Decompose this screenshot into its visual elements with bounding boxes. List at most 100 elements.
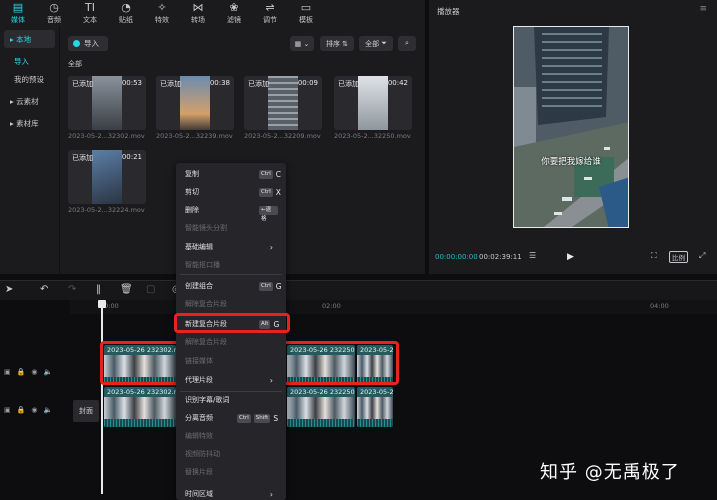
tool-template[interactable]: ▭ 模板 bbox=[288, 0, 324, 26]
search-button[interactable]: ⌕ bbox=[398, 36, 416, 51]
sidebar-item-cloud[interactable]: ▸ 云素材 bbox=[4, 92, 55, 110]
speaker-icon[interactable]: 🔈 bbox=[43, 368, 52, 376]
delete-icon[interactable]: 🗑 bbox=[120, 284, 133, 295]
sort-icon: ⇅ bbox=[339, 39, 349, 48]
tool-effects[interactable]: ✧ 特效 bbox=[144, 0, 180, 26]
lock-icon[interactable]: 🔒 bbox=[17, 368, 26, 376]
menu-item-proxy-clip[interactable]: 代理片段 › bbox=[185, 373, 281, 387]
tool-transition[interactable]: ⋈ 转场 bbox=[180, 0, 216, 26]
media-clip-1[interactable]: 已添加 00:53 bbox=[68, 76, 146, 130]
media-clip-5[interactable]: 已添加 00:21 bbox=[68, 150, 146, 204]
timeline-toolbar: ➤ ↶ ↷ ‖ 🗑 ▢ ◎ bbox=[0, 280, 717, 300]
track-video-icon[interactable]: ▣ bbox=[4, 406, 11, 414]
transition-icon: ⋈ bbox=[192, 0, 204, 14]
undo-icon[interactable]: ↶ bbox=[40, 284, 48, 295]
menu-item-edit-effects[interactable]: 编辑特效 bbox=[185, 429, 281, 443]
city-scene bbox=[514, 27, 628, 227]
speaker-icon[interactable]: 🔈 bbox=[43, 406, 52, 414]
media-clip-3[interactable]: 已添加 00:09 bbox=[244, 76, 322, 130]
menu-item-replace-clip[interactable]: 替换片段 bbox=[185, 465, 281, 479]
import-button[interactable]: 导入 bbox=[68, 36, 108, 51]
video-subtitle: 你要把我嫁给谁 bbox=[541, 157, 601, 167]
menu-item-smart-cutout[interactable]: 智能抠口播 bbox=[185, 258, 281, 272]
cover-button[interactable]: 封面 bbox=[73, 400, 99, 422]
tool-sticker[interactable]: ◔ 贴纸 bbox=[108, 0, 144, 26]
player-title: 播放器 bbox=[437, 7, 460, 16]
menu-item-ungroup[interactable]: 解除复合片段 bbox=[185, 297, 281, 311]
filter-icon: ❀ bbox=[229, 0, 239, 14]
adjust-icon: ⇌ bbox=[265, 0, 275, 14]
clip-filename: 2023-05-2...32209.mov bbox=[244, 132, 321, 140]
media-clip-4[interactable]: 已添加 00:42 bbox=[334, 76, 412, 130]
sidebar-item-presets[interactable]: 我的预设 bbox=[0, 70, 59, 88]
clip-thumbnail bbox=[358, 76, 388, 130]
watermark: 知乎 @无禹极了 bbox=[540, 462, 680, 483]
fullscreen-fit-icon[interactable]: ⛶ bbox=[651, 251, 657, 261]
menu-item-time-region[interactable]: 时间区域 › bbox=[185, 487, 281, 500]
grid-icon: ▦ ⌄ bbox=[294, 39, 310, 48]
menu-item-create-group[interactable]: 创建组合 Ctrl G bbox=[185, 279, 282, 293]
redo-icon[interactable]: ↷ bbox=[68, 284, 76, 295]
clip-thumbnail bbox=[180, 76, 210, 130]
track-video-icon[interactable]: ▣ bbox=[4, 368, 11, 376]
menu-item-stabilize[interactable]: 视频防抖动 bbox=[185, 447, 281, 461]
cursor-icon[interactable]: ➤ bbox=[5, 284, 13, 295]
track-header-1: ▣ 🔒 ◉ 🔈 bbox=[0, 352, 68, 392]
playhead-handle[interactable] bbox=[98, 300, 106, 308]
timeline-clip[interactable]: 2023-05-26 232250.mov bbox=[287, 387, 355, 427]
tool-audio[interactable]: ◷ 音频 bbox=[36, 0, 72, 26]
timecode-list-icon[interactable]: ☰ bbox=[529, 251, 536, 260]
playhead[interactable] bbox=[101, 302, 103, 494]
sidebar-item-library[interactable]: ▸ 素材库 bbox=[4, 114, 55, 132]
timeline-clip[interactable]: 2023-05-26 232302.mo bbox=[104, 387, 176, 427]
search-icon: ⌕ bbox=[405, 39, 409, 47]
menu-item-recognize-subtitles[interactable]: 识别字幕/歌词 bbox=[185, 393, 281, 407]
media-icon: ▤ bbox=[12, 0, 24, 14]
template-icon: ▭ bbox=[300, 0, 312, 14]
split-icon[interactable]: ‖ bbox=[96, 284, 101, 295]
menu-item-link-media[interactable]: 链接媒体 bbox=[185, 354, 281, 368]
clip-filename: 2023-05-2...32250.mov bbox=[334, 132, 411, 140]
freeze-icon[interactable]: ▢ bbox=[146, 284, 155, 295]
tool-adjust[interactable]: ⇌ 调节 bbox=[252, 0, 288, 26]
menu-separator bbox=[180, 391, 282, 392]
ratio-button[interactable]: 比例 bbox=[669, 251, 688, 263]
timeline-clip[interactable]: 2023-05-2 bbox=[357, 387, 393, 427]
filter-button[interactable]: 全部 ⏷ bbox=[359, 36, 393, 51]
lock-icon[interactable]: 🔒 bbox=[17, 406, 26, 414]
tool-media[interactable]: ▤ 媒体 bbox=[0, 0, 36, 26]
menu-icon[interactable]: ≡ bbox=[699, 4, 707, 14]
sort-button[interactable]: 排序 ⇅ bbox=[320, 36, 354, 51]
media-clip-2[interactable]: 已添加 00:38 bbox=[156, 76, 234, 130]
audio-icon: ◷ bbox=[49, 0, 59, 14]
filter-icon: ⏷ bbox=[379, 39, 387, 47]
clip-filename: 2023-05-2...32224.mov bbox=[68, 206, 145, 214]
menu-item-basic-edit[interactable]: 基础编辑 › bbox=[185, 240, 281, 254]
sticker-icon: ◔ bbox=[121, 0, 131, 14]
eye-icon[interactable]: ◉ bbox=[31, 406, 37, 414]
video-preview[interactable]: 你要把我嫁给谁 bbox=[513, 26, 629, 228]
menu-item-copy[interactable]: 复制 Ctrl C bbox=[185, 167, 281, 181]
chevron-right-icon: › bbox=[269, 489, 273, 499]
sidebar-item-import[interactable]: 导入 bbox=[0, 52, 59, 70]
play-button[interactable]: ▶ bbox=[567, 252, 574, 262]
fullscreen-icon[interactable]: ⤢ bbox=[699, 251, 705, 261]
import-icon bbox=[73, 40, 80, 47]
chevron-right-icon: › bbox=[269, 242, 273, 252]
top-toolbar: ▤ 媒体 ◷ 音频 TI 文本 ◔ 贴纸 ✧ 特效 ⋈ 转场 ❀ 滤镜 ⇌ 调节 ▭ 模板 bbox=[0, 0, 425, 26]
view-toggle-button[interactable]: ▦ ⌄ bbox=[290, 36, 314, 51]
sidebar-item-local[interactable]: ▸ 本地 bbox=[4, 30, 55, 48]
left-sidebar: ▸ 本地 导入 我的预设 ▸ 云素材 ▸ 素材库 bbox=[0, 26, 60, 274]
clip-filename: 2023-05-2...32239.mov bbox=[156, 132, 233, 140]
tool-text[interactable]: TI 文本 bbox=[72, 0, 108, 26]
tool-filter[interactable]: ❀ 滤镜 bbox=[216, 0, 252, 26]
current-time: 00:00:00:00 bbox=[435, 253, 478, 261]
timeline-ruler[interactable]: 00:00 02:00 04:00 bbox=[70, 300, 717, 314]
text-icon: TI bbox=[85, 0, 95, 14]
menu-item-cut[interactable]: 剪切 Ctrl X bbox=[185, 185, 281, 199]
eye-icon[interactable]: ◉ bbox=[31, 368, 37, 376]
menu-item-separate-audio[interactable]: 分离音频 Ctrl Shift S bbox=[185, 411, 281, 425]
menu-item-delete[interactable]: 删除 ←退格 bbox=[185, 203, 281, 222]
menu-item-smart-split[interactable]: 智能镜头分割 bbox=[185, 221, 281, 235]
menu-item-release-compound[interactable]: 解除复合片段 bbox=[185, 335, 281, 349]
